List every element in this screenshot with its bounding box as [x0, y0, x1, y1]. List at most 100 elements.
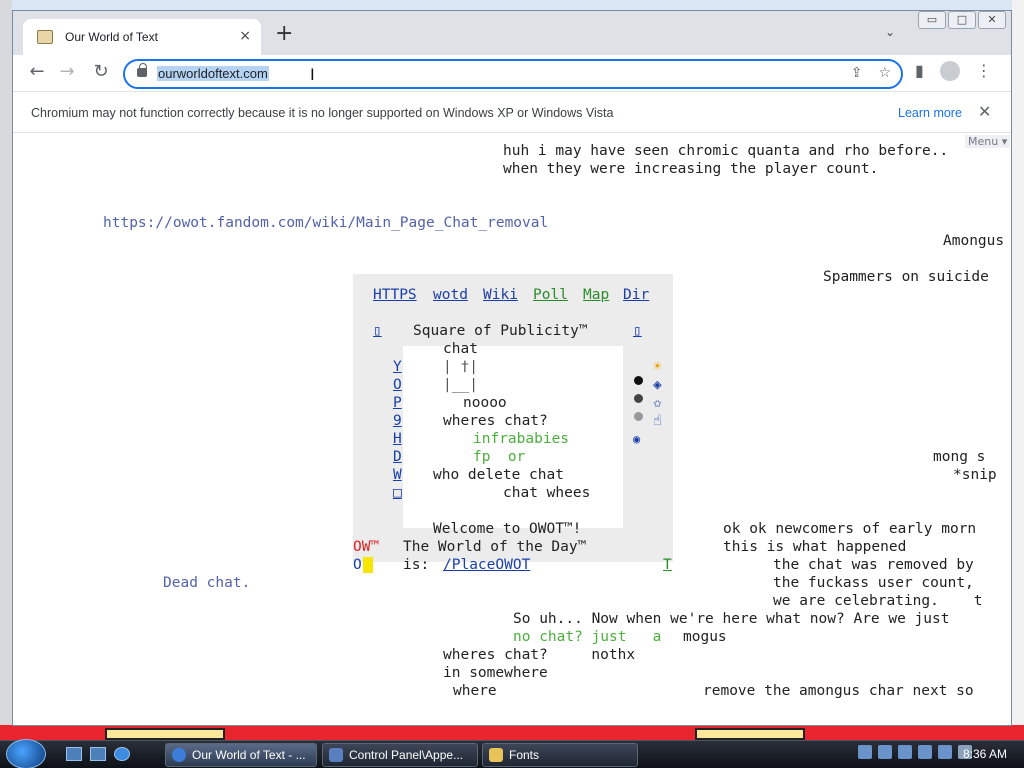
side-panel-icon[interactable]: ▮: [915, 61, 924, 81]
poll-link[interactable]: Poll: [533, 286, 568, 304]
tab-search-icon[interactable]: ⌄: [885, 25, 895, 39]
world-text: *snip: [953, 467, 997, 483]
sun-icon[interactable]: ☀: [653, 358, 662, 376]
welcome-text: Welcome to OWOT™!: [433, 521, 582, 537]
maximize-button[interactable]: □: [948, 11, 976, 29]
network-status-icon[interactable]: [938, 745, 952, 759]
world-text: chat: [443, 341, 478, 357]
owot-canvas[interactable]: Menu ▾ huh i may have seen chromic quant…: [13, 134, 1011, 725]
letter-link[interactable]: D: [393, 448, 402, 466]
taskbar-item-control-panel[interactable]: Control Panel\Appe...: [322, 743, 478, 767]
world-text: this is what happened: [723, 539, 907, 555]
letter-link[interactable]: W: [393, 466, 402, 484]
letter-link[interactable]: H: [393, 430, 402, 448]
infobar-message: Chromium may not function correctly beca…: [31, 106, 614, 120]
letter-link[interactable]: Y: [393, 358, 402, 376]
tab-our-world-of-text[interactable]: Our World of Text ×: [23, 19, 261, 55]
wotd-link[interactable]: wotd: [433, 286, 468, 304]
wotd-title: The World of the Day™: [403, 539, 587, 555]
star-icon[interactable]: ✩: [653, 394, 662, 412]
window-controls: ▭ □ ✕: [916, 11, 1006, 29]
new-tab-button[interactable]: +: [275, 23, 293, 45]
control-panel-icon: [329, 748, 343, 762]
world-text: no chat? just a: [513, 629, 662, 645]
ow-mark: OW™: [353, 538, 379, 556]
world-text: huh i may have seen chromic quanta and r…: [503, 143, 949, 159]
bookmark-star-icon[interactable]: ☆: [878, 65, 891, 81]
map-link[interactable]: Map: [583, 286, 609, 304]
place-owot-link[interactable]: /PlaceOWOT: [443, 556, 530, 574]
show-desktop-icon[interactable]: [66, 747, 82, 761]
taskbar-item-fonts[interactable]: Fonts: [482, 743, 638, 767]
t-link[interactable]: T: [663, 556, 672, 574]
start-button[interactable]: [6, 739, 46, 768]
letter-link[interactable]: P: [393, 394, 402, 412]
box-link-right[interactable]: ▯: [633, 322, 642, 340]
tray-app-icon[interactable]: [898, 745, 912, 759]
dir-link[interactable]: Dir: [623, 286, 649, 304]
back-button[interactable]: ←: [25, 61, 49, 82]
world-text: mong s: [933, 449, 986, 465]
desktop-edge-left: [0, 0, 12, 740]
letter-link[interactable]: 9: [393, 412, 402, 430]
world-text: Amongus: [943, 233, 1005, 249]
world-text: chat whees: [503, 485, 591, 501]
close-window-button[interactable]: ✕: [978, 11, 1006, 29]
unsupported-os-infobar: Chromium may not function correctly beca…: [13, 91, 1011, 133]
box-link-left[interactable]: ▯: [373, 322, 382, 340]
forward-button[interactable]: →: [55, 61, 79, 82]
globe-icon[interactable]: ◉: [633, 430, 640, 448]
letter-link[interactable]: O: [393, 376, 402, 394]
learn-more-link[interactable]: Learn more: [898, 106, 962, 120]
world-text: wheres chat?: [443, 413, 548, 429]
pointer-icon[interactable]: ☝: [653, 412, 662, 430]
world-text: where: [453, 683, 497, 699]
tray-app-icon[interactable]: [918, 745, 932, 759]
diamond-icon[interactable]: ◈: [653, 376, 662, 394]
yellow-marker: [363, 557, 373, 573]
wallpaper-shape: [695, 728, 805, 740]
letter-link[interactable]: □: [393, 484, 402, 502]
task-label: Our World of Text - ...: [192, 748, 306, 762]
profile-avatar[interactable]: [939, 61, 960, 81]
black-dot-icon: [634, 376, 643, 385]
world-text: in somewhere: [443, 665, 548, 681]
share-icon[interactable]: ⇪: [851, 65, 863, 81]
close-tab-icon[interactable]: ×: [239, 28, 251, 44]
system-tray: [858, 745, 972, 759]
light-dot-icon: [634, 412, 643, 421]
owot-menu-button[interactable]: Menu ▾: [965, 135, 1011, 148]
task-label: Fonts: [509, 748, 540, 762]
world-text: remove the amongus char next so: [703, 683, 974, 699]
world-text: ok ok newcomers of early morn: [723, 521, 977, 537]
url-text[interactable]: ourworldoftext.com: [157, 66, 269, 81]
world-text: the fuckass user count,: [773, 575, 974, 591]
world-text: the chat was removed by: [773, 557, 974, 573]
world-text: infrababies: [473, 431, 570, 447]
world-text: Dead chat.: [163, 575, 251, 591]
world-text: when they were increasing the player cou…: [503, 161, 879, 177]
browser-menu-icon[interactable]: ⋮: [976, 61, 992, 81]
is-label: is:: [403, 557, 430, 573]
network-icon[interactable]: [858, 745, 872, 759]
o-char: O: [353, 557, 362, 573]
tray-app-icon[interactable]: [878, 745, 892, 759]
lock-icon[interactable]: [137, 63, 147, 77]
taskbar-clock[interactable]: 8:36 AM: [963, 747, 1007, 761]
fandom-link[interactable]: https://owot.fandom.com/wiki/Main_Page_C…: [103, 214, 548, 232]
desktop-background: [0, 0, 1024, 10]
reload-button[interactable]: ↻: [89, 61, 113, 82]
gray-dot-icon: [634, 394, 643, 403]
site-favicon-icon: [37, 30, 53, 44]
square-title: Square of Publicity™: [413, 323, 588, 339]
taskbar-item-browser[interactable]: Our World of Text - ...: [165, 743, 317, 767]
internet-explorer-icon[interactable]: [114, 747, 130, 761]
switch-windows-icon[interactable]: [90, 747, 106, 761]
infobar-close-icon[interactable]: ✕: [978, 102, 991, 121]
wiki-link[interactable]: Wiki: [483, 286, 518, 304]
address-bar[interactable]: ourworldoftext.com I ⇪ ☆: [123, 59, 903, 89]
https-link[interactable]: HTTPS: [373, 286, 417, 304]
minimize-button[interactable]: ▭: [918, 11, 946, 29]
world-text: Spammers on suicide: [823, 269, 989, 285]
world-text: mogus: [683, 629, 727, 645]
